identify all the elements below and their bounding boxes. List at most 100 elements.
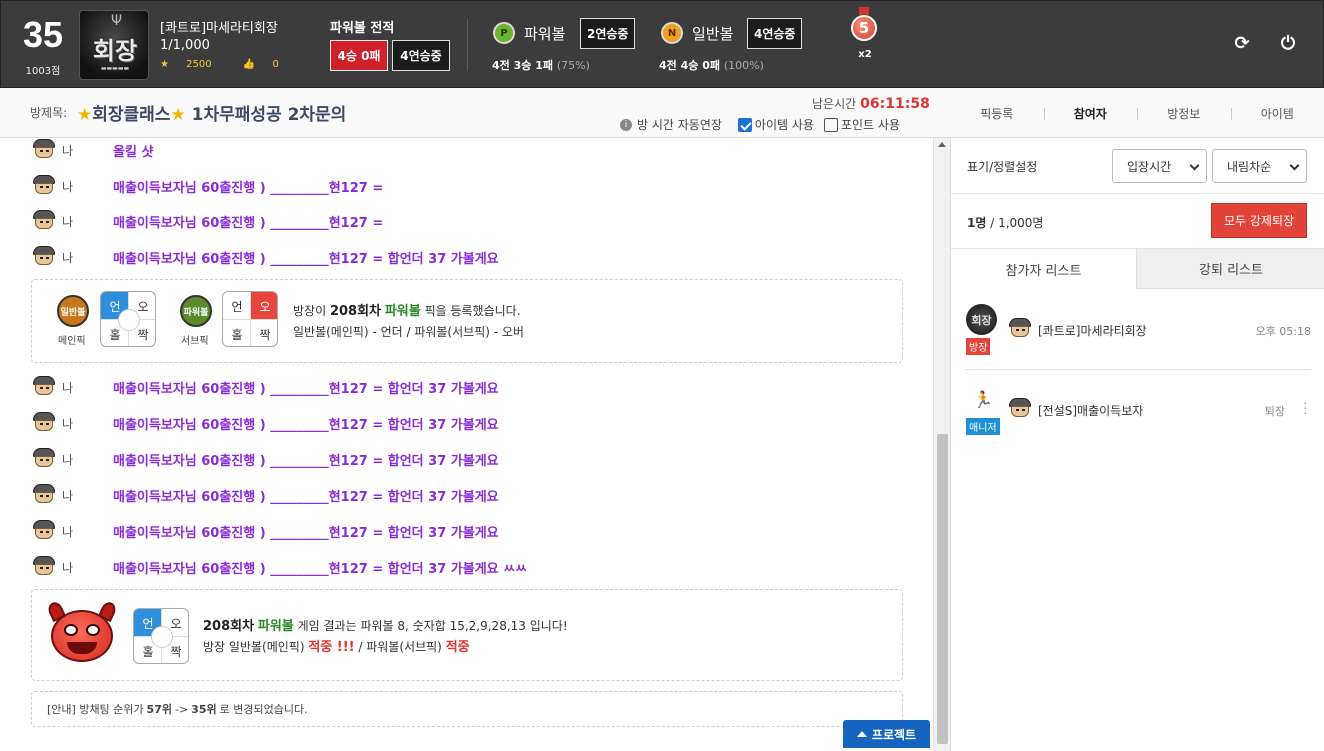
result-round: 208회차 [203,619,255,634]
powerball-record: 4전 3승 1패 (75%) [492,57,590,73]
pick-game: 파워볼 [384,304,421,319]
username: [콰트로]마세라티회장 [160,21,278,36]
item-use-checkbox[interactable] [737,117,752,132]
avatar [32,448,56,470]
pick-line2: 일반볼(메인픽) - 언더 / 파워볼(서브픽) - 오버 [293,325,524,339]
participant-count: 1명 / 1,000명 [967,214,1043,231]
chat-text: 매출이득보자님 60출진행 ) _________현127 = [113,215,384,231]
powerball-record-text: 4전 3승 1패 [492,59,553,72]
level-number: 35 [22,14,64,55]
room-title-rest: 1차무패성공 2차문의 [191,105,347,125]
sort-by-select[interactable]: 입장시간 [1112,149,1207,183]
star-count: 2500 [186,59,212,70]
devil-mascot-icon [45,599,119,666]
pick-line1-post: 픽을 등록했습니다. [424,304,521,318]
more-vertical-icon[interactable]: · · · [1303,397,1307,421]
record-streak: 4연승중 [392,40,450,71]
member-status: 퇴장 [1264,405,1285,418]
member-name: [콰트로]마세라티회장 [1038,324,1147,338]
result-hit-main: 적중 !!! [308,640,355,655]
rank-badge-caption: ▬▬▬▬▬ [100,65,130,72]
tab-pick-register[interactable]: 픽등록 [950,88,1044,138]
member-name: [전설S]매출이득보자 [1038,404,1144,418]
member-divider [965,369,1311,370]
user-count: 1/1,000 [160,38,210,53]
like-count: 0 [272,59,279,70]
rank-badge: Ψ 회장 ▬▬▬▬▬ [79,10,149,80]
rank-badge-text: 회장 [92,37,138,65]
chat-message: 나 매출이득보자님 60출진행 ) _________현127 = 합언더 37… [32,375,499,399]
chat-text: 매출이득보자님 60출진행 ) _________현127 = [113,180,384,196]
project-button-label: 프로젝트 [871,727,917,742]
avatar [1008,318,1032,340]
chat-text: 매출이득보자님 60출진행 ) _________현127 = 합언더 37 가… [113,561,528,577]
medal-ribbon [859,7,869,15]
powerball-label: 파워볼 [524,25,566,43]
point-use-label[interactable]: 포인트 사용 [841,116,900,133]
scroll-thumb[interactable] [937,434,948,744]
participants-panel: 표기/정렬설정 입장시간 내림차순 1명 / 1,000명 모두 강제퇴장 참가… [950,138,1324,751]
chat-sender: 나 [62,416,74,431]
chat-message: 나 올킬 샷 [32,138,153,162]
refresh-icon[interactable]: ⟳ [1232,34,1252,54]
normalball-pct: (100%) [723,59,764,72]
grid-center-dot [118,309,140,331]
main-pick-grid: 언 오 홀 짝 [100,291,156,347]
powerball-streak: 2연승중 [580,18,636,49]
member-row[interactable]: 🏃 매니저 [전설S]매출이득보자 퇴장 · · · [951,386,1324,446]
tab-room-info[interactable]: 방정보 [1137,88,1231,138]
normalball-label: 일반볼 [692,25,734,43]
tab-kicked-list[interactable]: 강퇴 리스트 [1137,249,1324,289]
room-tabs: 픽등록 참여자 방정보 아이템 [950,88,1324,138]
medal-multiplier: x2 [858,49,872,60]
sub-pick-grid: 언 오 홀 짝 [222,291,278,347]
avatar [1008,398,1032,420]
sort-by-value: 입장시간 [1127,159,1172,174]
kick-all-button[interactable]: 모두 강제퇴장 [1211,203,1307,238]
tab-items[interactable]: 아이템 [1230,88,1324,138]
room-title-label: 방제목: [30,106,68,120]
sort-order-select[interactable]: 내림차순 [1212,149,1307,183]
chat-text: 매출이득보자님 60출진행 ) _________현127 = 합언더 37 가… [113,489,499,505]
result-card: 언 오 홀 짝 208회차 파워볼 게임 결과는 파워볼 8, 숫자합 15,2… [31,589,903,681]
tab-participant-list[interactable]: 참가자 리스트 [951,249,1137,289]
scroll-up-arrow-icon[interactable] [938,142,946,147]
remaining-time: 남은시간 06:11:58 [812,95,930,112]
chat-area[interactable]: 나 올킬 샷 나 매출이득보자님 60출진행 ) _________현127 =… [0,138,933,751]
member-row[interactable]: 회장 방장 [콰트로]마세라티회장 오후 05:18 [951,298,1324,368]
normalball-record: 4전 4승 0패 (100%) [659,57,764,73]
grid-cell-under: 언 [231,299,243,314]
result-grid: 언 오 홀 짝 [133,608,189,664]
chat-sender: 나 [62,488,74,503]
level-points: 1003점 [25,66,61,77]
panel-divider [951,193,1324,194]
medal-icon[interactable]: 5 [851,7,877,41]
chat-text: 매출이득보자님 60출진행 ) _________현127 = 합언더 37 가… [113,381,499,397]
avatar [32,139,56,161]
power-icon[interactable]: ⏻ [1278,34,1298,54]
chat-sender: 나 [62,250,74,265]
chat-message: 나 매출이득보자님 60출진행 ) _________현127 = 합언더 37… [32,483,499,507]
notice-arrow: -> [174,702,189,716]
item-use-label[interactable]: 아이템 사용 [755,116,814,133]
auto-extend-label[interactable]: 방 시간 자동연장 [637,116,722,133]
chat-text: 매출이득보자님 60출진행 ) _________현127 = 합언더 37 가… [113,525,499,541]
pick-card: 일반볼 메인픽 언 오 홀 짝 파워볼 서브픽 언 오 홀 짝 방장이 208회… [31,279,903,363]
running-man-icon: 🏃 [973,390,993,409]
point-use-checkbox[interactable] [823,117,838,132]
powerball-pct: (75%) [556,59,590,72]
role-manager-badge: 매니저 [966,418,1000,435]
chevron-down-icon [1189,160,1200,171]
avatar [32,246,56,268]
grid-cell-odd: 홀 [231,327,243,342]
chat-scrollbar[interactable] [933,138,950,751]
pick-round: 208회차 [329,304,382,319]
medal-number: 5 [851,15,877,41]
remaining-label: 남은시간 [812,97,857,111]
powerball-coin-icon: P [493,22,515,44]
notice-post: 로 변경되었습니다. [219,703,308,716]
notice-to-rank: 35위 [191,703,217,716]
chat-sender: 나 [62,380,74,395]
project-button[interactable]: 프로젝트 [843,720,930,748]
tab-participants[interactable]: 참여자 [1043,88,1138,138]
